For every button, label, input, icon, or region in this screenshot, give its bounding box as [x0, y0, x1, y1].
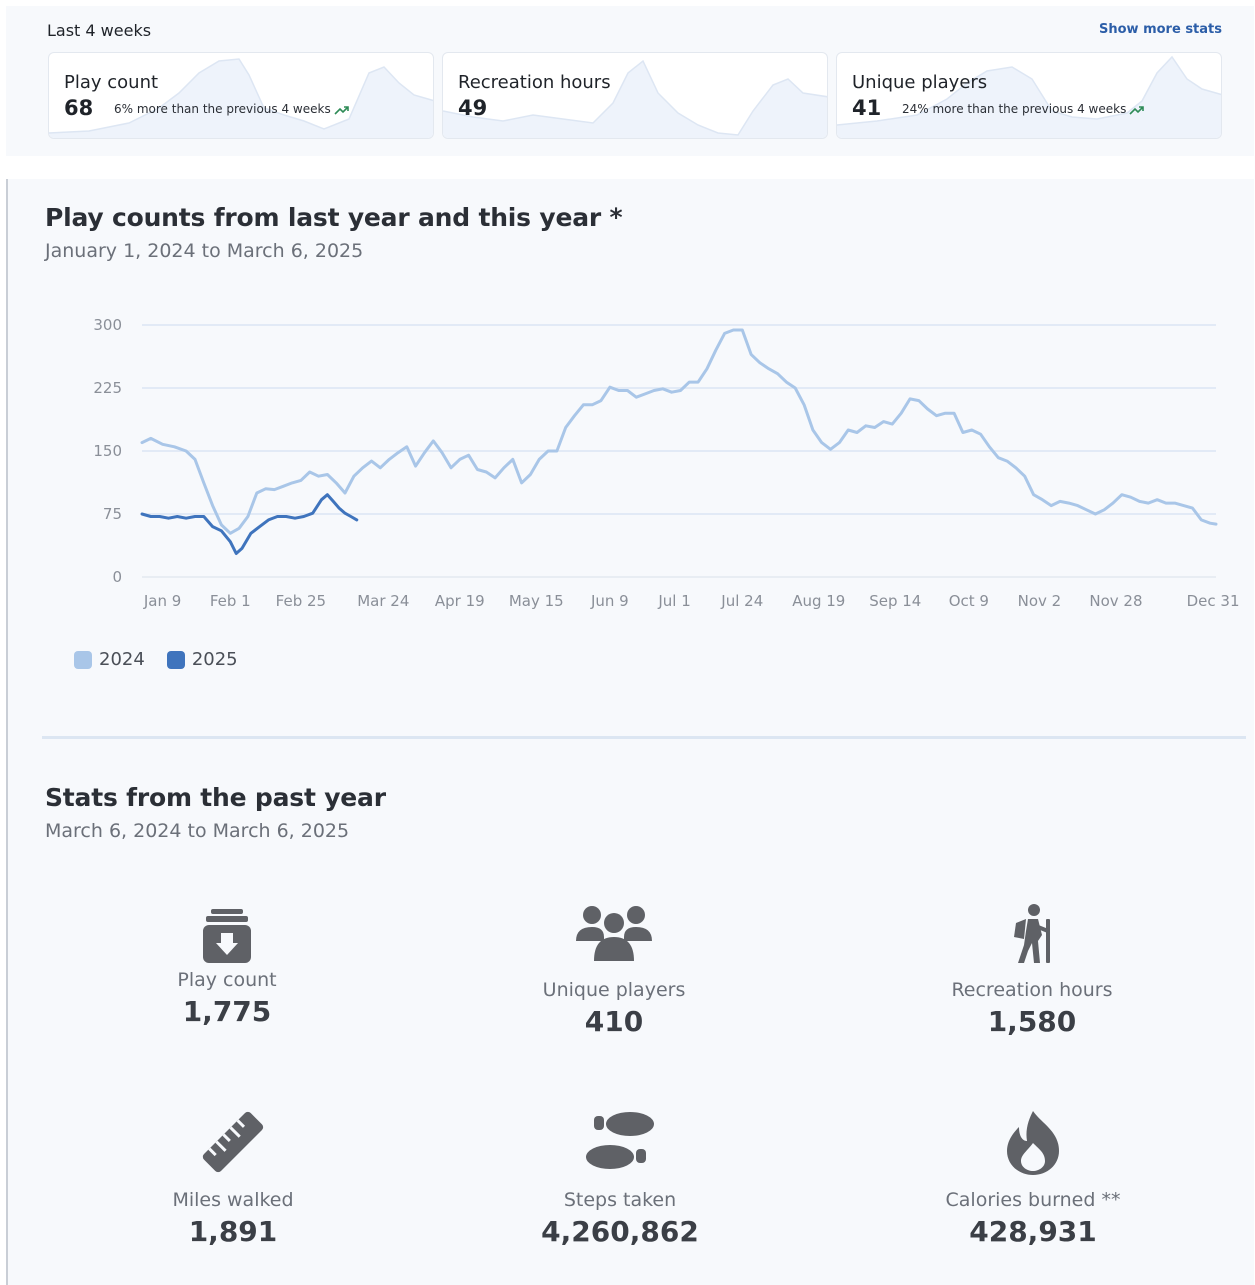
legend-swatch-2024 [74, 650, 92, 669]
stat-value: 1,775 [182, 995, 272, 1028]
legend-label-2025: 2025 [191, 649, 238, 670]
card-value: 49 [458, 96, 488, 120]
x-tick-label: Nov 28 [1089, 592, 1142, 610]
stat-label: Calories burned ** [945, 1189, 1121, 1211]
y-tick-label: 225 [93, 379, 122, 397]
series-line-2024 [140, 328, 1218, 535]
x-tick-label: Nov 2 [1018, 592, 1062, 610]
x-tick-label: Jul 24 [720, 592, 763, 610]
series-line-2025 [140, 493, 359, 555]
stat-label: Recreation hours [951, 979, 1113, 1001]
x-tick-label: Aug 19 [792, 592, 845, 610]
last-4-weeks-title: Last 4 weeks [47, 21, 152, 40]
play-counts-chart[interactable]: 0 75 150 225 300 Jan 9 Feb 1 Feb 25 Mar 24 Apr 19… [8, 179, 1254, 619]
stat-value: 1,580 [987, 1005, 1077, 1038]
stat-label: Unique players [542, 979, 686, 1001]
card-comparison: 24% more than the previous 4 weeks [902, 102, 1145, 116]
legend-item-2024[interactable]: 2024 [74, 649, 145, 670]
y-tick-label: 300 [93, 316, 122, 334]
y-tick-label: 75 [103, 505, 122, 523]
year-stats-subtitle: March 6, 2024 to March 6, 2025 [45, 820, 350, 842]
play-count-card[interactable]: Play count 68 6% more than the previous … [48, 52, 434, 139]
trend-up-icon [1129, 105, 1145, 115]
card-value: 68 [64, 96, 94, 120]
stat-label: Steps taken [563, 1189, 677, 1211]
x-tick-label: Jul 1 [657, 592, 690, 610]
unique-players-sparkline [837, 55, 1221, 138]
stat-value: 410 [584, 1005, 644, 1038]
x-tick-label: May 15 [509, 592, 564, 610]
card-value: 41 [852, 96, 882, 120]
show-more-stats-link[interactable]: Show more stats [1099, 22, 1222, 37]
x-tick-label: Feb 25 [276, 592, 326, 610]
group-icon [576, 906, 652, 961]
comparison-text: 24% more than the previous 4 weeks [902, 102, 1127, 116]
chart-legend: 2024 2025 [74, 649, 238, 670]
legend-item-2025[interactable]: 2025 [166, 649, 238, 670]
stat-calories-burned: Calories burned ** 428,931 [903, 1107, 1163, 1248]
stat-play-count: Play count 1,775 [97, 907, 357, 1028]
x-tick-label: Mar 24 [357, 592, 409, 610]
stat-label: Miles walked [172, 1189, 294, 1211]
x-tick-label: Dec 31 [1187, 592, 1240, 610]
main-panel: Play counts from last year and this year… [6, 179, 1254, 1285]
comparison-text: 6% more than the previous 4 weeks [114, 102, 331, 116]
y-tick-label: 150 [93, 442, 122, 460]
flame-icon [1007, 1111, 1059, 1175]
legend-swatch-2025 [166, 650, 185, 669]
stat-value: 428,931 [969, 1215, 1097, 1248]
card-label: Play count [64, 72, 159, 93]
x-tick-label: Feb 1 [210, 592, 251, 610]
card-label: Recreation hours [458, 72, 611, 93]
card-label: Unique players [852, 72, 988, 93]
y-tick-label: 0 [112, 568, 122, 586]
play-count-sparkline [49, 58, 433, 138]
trend-up-icon [334, 105, 349, 115]
stat-steps-taken: Steps taken 4,260,862 [490, 1107, 750, 1248]
ruler-icon [202, 1111, 264, 1173]
x-tick-label: Jun 9 [590, 592, 629, 610]
x-tick-label: Apr 19 [435, 592, 485, 610]
stat-unique-players: Unique players 410 [484, 901, 744, 1038]
disc-golf-basket-icon [203, 909, 251, 963]
footprints-icon [586, 1112, 654, 1169]
stat-recreation-hours: Recreation hours 1,580 [902, 901, 1162, 1038]
legend-label-2024: 2024 [99, 649, 145, 670]
stat-value: 1,891 [188, 1215, 278, 1248]
stat-value: 4,260,862 [541, 1215, 699, 1248]
recreation-hours-sparkline [443, 59, 827, 138]
hiker-icon [1014, 904, 1050, 963]
stat-miles-walked: Miles walked 1,891 [103, 1107, 363, 1248]
section-divider [42, 736, 1246, 739]
year-stats-title: Stats from the past year [45, 783, 386, 812]
x-tick-label: Oct 9 [949, 592, 989, 610]
recreation-hours-card[interactable]: Recreation hours 49 [442, 52, 828, 139]
card-comparison: 6% more than the previous 4 weeks [114, 102, 350, 116]
unique-players-card[interactable]: Unique players 41 24% more than the prev… [836, 52, 1222, 139]
last-4-weeks-panel: Last 4 weeks Show more stats Play count … [6, 6, 1254, 156]
x-tick-label: Sep 14 [869, 592, 921, 610]
x-tick-label: Jan 9 [143, 592, 181, 610]
stat-label: Play count [177, 969, 277, 991]
